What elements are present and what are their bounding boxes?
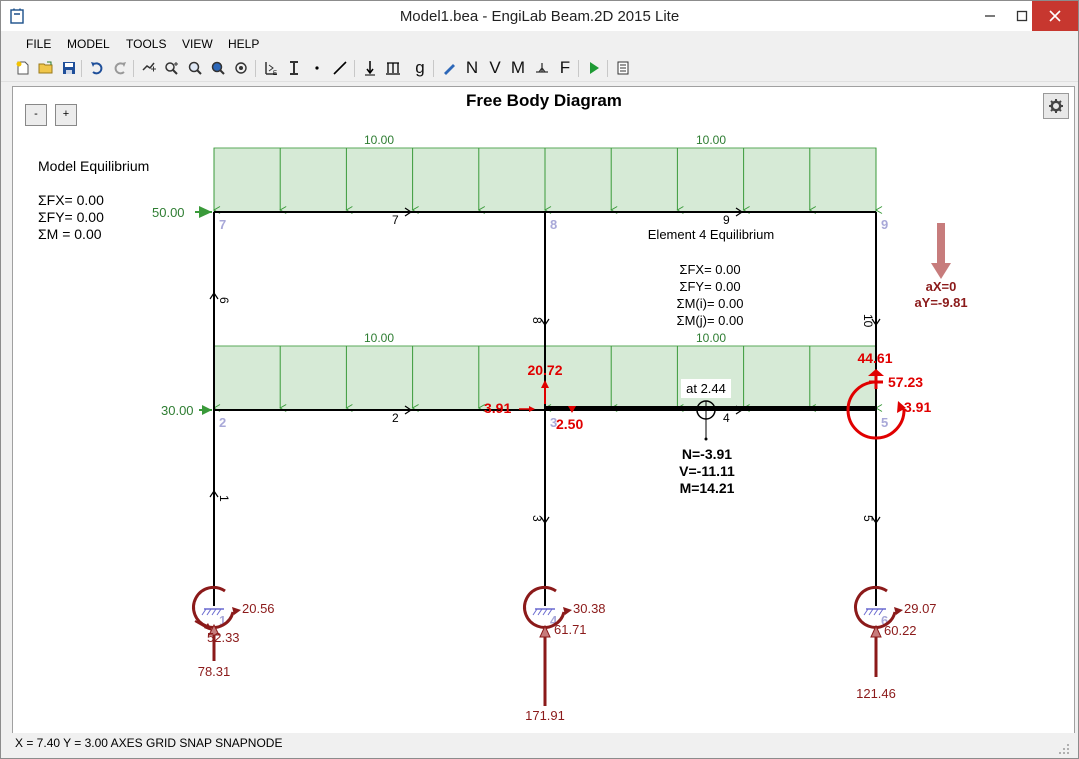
point-load-button[interactable] [359,57,381,79]
new-file-button[interactable] [12,57,34,79]
supports-icon [536,63,548,73]
pan-button[interactable] [230,57,252,79]
section-properties-icon: E [265,62,277,76]
settings-button[interactable] [1043,93,1069,119]
toolbar: E g N V M F [1,55,1078,82]
zoom-fit-button[interactable] [138,57,160,79]
resize-grip-icon[interactable] [1058,743,1070,755]
run-button[interactable] [583,57,605,79]
zoom-all-button[interactable] [207,57,229,79]
window-title: Model1.bea - EngiLab Beam.2D 2015 Lite [399,8,680,25]
status-bar: X = 7.40 Y = 3.00 AXES GRID SNAP SNAPNOD… [1,733,1078,758]
drawing-canvas[interactable] [12,86,1075,734]
redo-icon [114,62,126,75]
save-button[interactable] [58,57,80,79]
zoom-window-button[interactable] [184,57,206,79]
distributed-load-button[interactable] [382,57,404,79]
element-button[interactable] [329,57,351,79]
menu-file[interactable]: FILE [26,37,51,51]
open-folder-icon [38,61,53,74]
pen-icon [444,64,455,75]
element-icon [333,61,347,75]
supports-button[interactable] [531,57,553,79]
node-button[interactable] [306,57,328,79]
gravity-button[interactable]: g [409,57,431,79]
svg-text:E: E [273,71,277,76]
minimize-icon [985,15,995,17]
node-icon [315,66,319,70]
member-properties-icon [290,61,298,75]
app-window: Model1.bea - EngiLab Beam.2D 2015 Lite F… [0,0,1079,759]
distributed-load-icon [386,62,400,75]
close-button[interactable] [1032,1,1078,31]
redo-button[interactable] [109,57,131,79]
zoom-all-icon [211,61,225,75]
menu-model[interactable]: MODEL [67,37,110,51]
free-body-button[interactable]: F [554,57,576,79]
menu-tools[interactable]: TOOLS [126,37,166,51]
title-bar: Model1.bea - EngiLab Beam.2D 2015 Lite [1,1,1078,31]
status-text: X = 7.40 Y = 3.00 AXES GRID SNAP SNAPNOD… [15,736,283,750]
section-properties-button[interactable]: E [260,57,282,79]
axial-force-button[interactable]: N [461,57,483,79]
zoom-inout-button[interactable] [161,57,183,79]
report-button[interactable] [612,57,634,79]
undo-icon [91,62,103,75]
maximize-icon [1016,10,1028,22]
member-properties-button[interactable] [283,57,305,79]
zoom-in-button[interactable]: + [55,104,77,126]
moment-button[interactable]: M [507,57,529,79]
zoom-out-button[interactable]: - [25,104,47,126]
menu-help[interactable]: HELP [228,37,259,51]
report-icon [617,61,629,75]
pan-icon [235,62,247,74]
open-button[interactable] [35,57,57,79]
shear-force-button[interactable]: V [484,57,506,79]
close-icon [1049,10,1061,22]
zoom-window-icon [188,61,202,75]
zoom-in-out-icon [165,62,178,75]
new-file-icon [16,61,29,75]
gear-icon [1049,99,1063,113]
run-icon [590,62,599,74]
point-load-icon [365,61,375,76]
menu-view[interactable]: VIEW [182,37,213,51]
undo-button[interactable] [86,57,108,79]
menu-bar: FILE MODEL TOOLS VIEW HELP [1,32,1078,54]
save-icon [63,62,75,74]
pen-button[interactable] [438,57,460,79]
zoom-to-fit-icon [142,62,156,72]
